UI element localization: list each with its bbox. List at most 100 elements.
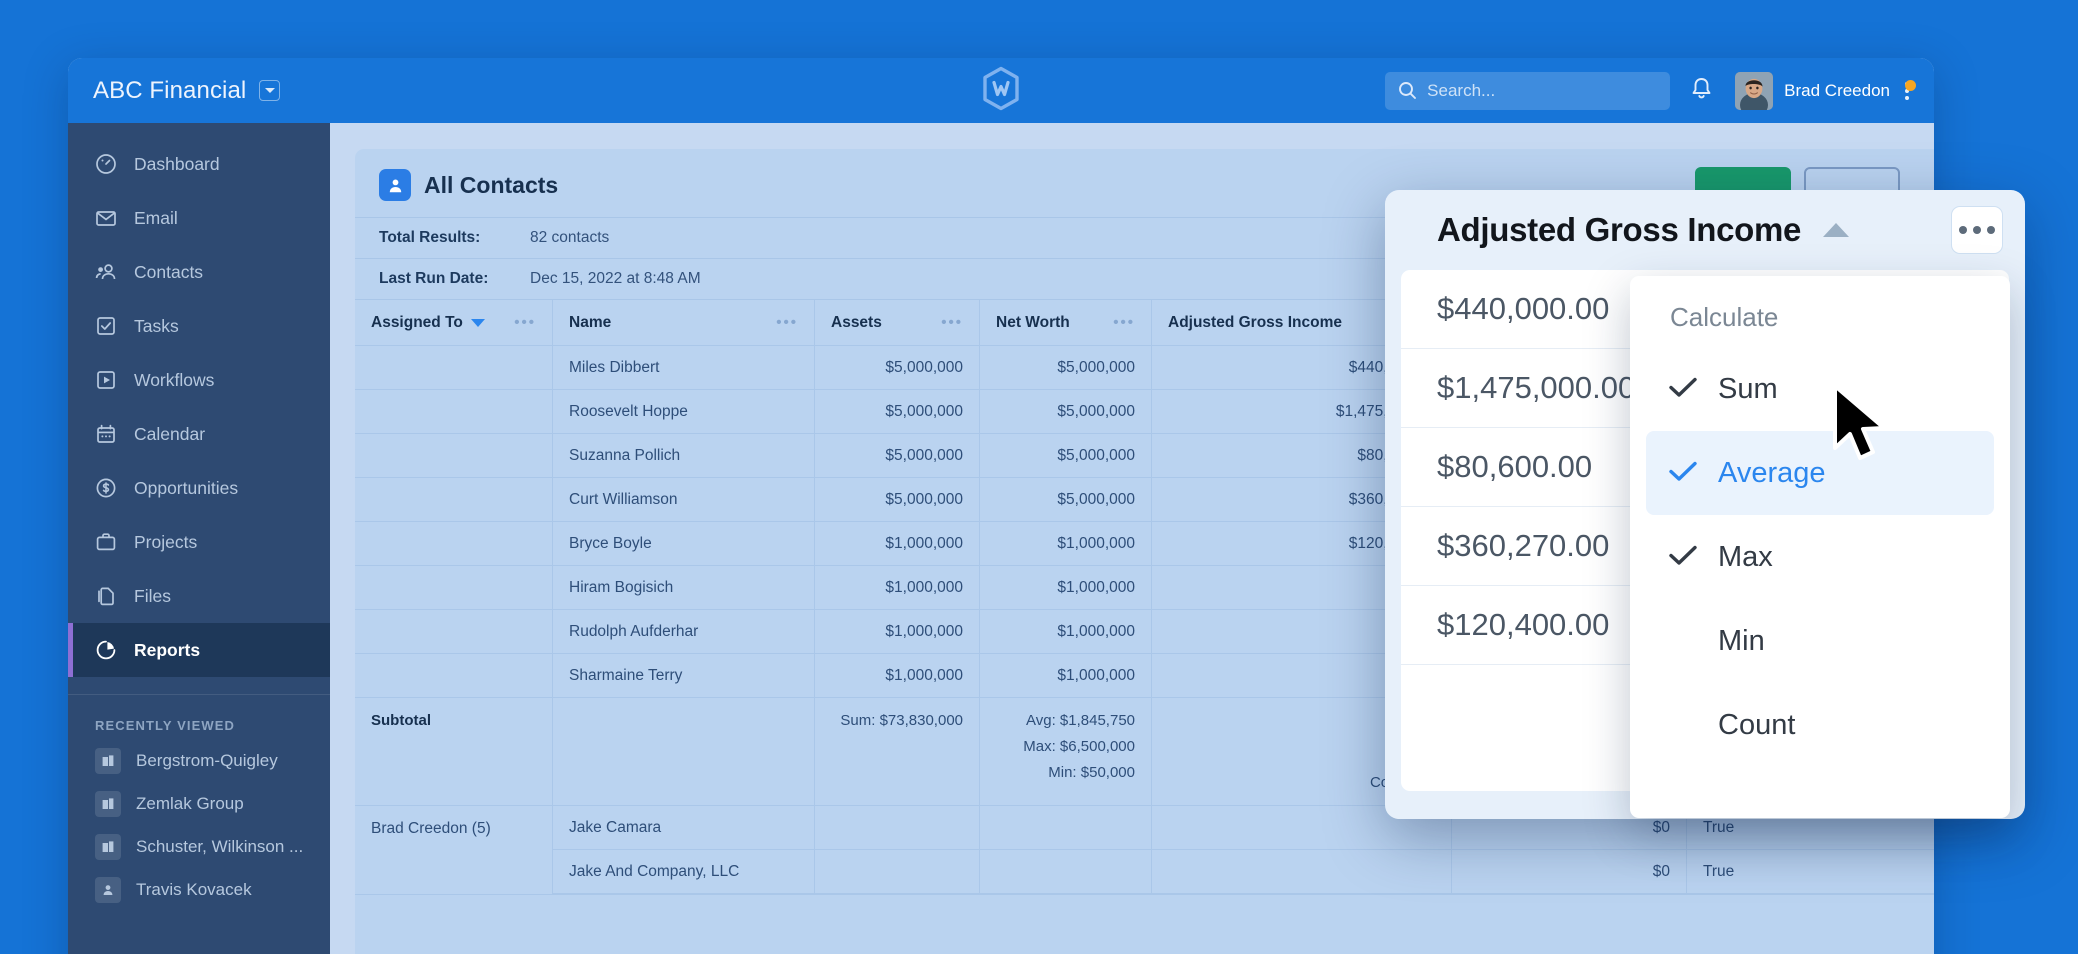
group-label: Brad Creedon (5)	[355, 806, 553, 894]
ellipsis-icon[interactable]: •••	[1113, 315, 1135, 330]
cell-name: Curt Williamson	[553, 478, 815, 521]
column-label: Assets	[831, 314, 882, 332]
cell-name: Roosevelt Hoppe	[553, 390, 815, 433]
calculate-dropdown-menu: Calculate Sum Average Max Min Count	[1630, 276, 2010, 818]
hexagon-w-logo	[978, 65, 1024, 116]
cell-net-worth: $5,000,000	[980, 346, 1152, 389]
chevron-down-icon[interactable]	[259, 80, 280, 101]
brand-selector[interactable]: ABC Financial	[93, 77, 280, 105]
cell-net-worth: $1,000,000	[980, 566, 1152, 609]
subtotal-net-worth: Avg: $1,845,750 Max: $6,500,000 Min: $50…	[980, 698, 1152, 805]
cell-agi	[1152, 850, 1452, 893]
ellipsis-icon[interactable]: •••	[776, 315, 798, 330]
cell-assets: $1,000,000	[815, 610, 980, 653]
search-input[interactable]: Search...	[1385, 72, 1670, 110]
sidebar-item-opportunities[interactable]: Opportunities	[68, 461, 330, 515]
cell-assets: $1,000,000	[815, 522, 980, 565]
envelope-icon	[95, 207, 117, 229]
contact-card-icon	[379, 169, 411, 201]
sidebar-item-dashboard[interactable]: Dashboard	[68, 137, 330, 191]
column-header-assets[interactable]: Assets •••	[815, 300, 980, 345]
cell-net-worth: $5,000,000	[980, 434, 1152, 477]
triangle-up-icon[interactable]	[1823, 223, 1849, 237]
avatar	[1735, 72, 1773, 110]
recent-item-bergstrom-quigley[interactable]: Bergstrom-Quigley	[68, 739, 330, 782]
search-icon	[1398, 81, 1417, 100]
sidebar-item-label: Opportunities	[134, 478, 238, 499]
cell-assets: $1,000,000	[815, 654, 980, 697]
checkbox-icon	[95, 315, 117, 337]
subtotal-net-avg: Avg: $1,845,750	[1026, 712, 1135, 729]
dollar-circle-icon	[95, 477, 117, 499]
sidebar-item-label: Files	[134, 586, 171, 607]
recently-viewed-label: RECENTLY VIEWED	[68, 695, 330, 739]
gauge-icon	[95, 153, 117, 175]
building-icon	[95, 748, 121, 774]
sidebar-item-calendar[interactable]: Calendar	[68, 407, 330, 461]
table-row[interactable]: Jake And Company, LLC $0 True	[553, 850, 1934, 894]
notification-bell-icon[interactable]	[1684, 76, 1719, 106]
menu-item-max[interactable]: Max	[1646, 515, 1994, 599]
cell-assigned-to	[355, 522, 553, 565]
cell-assigned-to	[355, 346, 553, 389]
screen-backdrop: ABC Financial Search...	[0, 0, 2078, 954]
menu-item-min[interactable]: Min	[1646, 599, 1994, 683]
sidebar-item-label: Dashboard	[134, 154, 220, 175]
cell-assigned-to	[355, 654, 553, 697]
subtotal-assets-sum: Sum: $73,830,000	[840, 712, 963, 729]
recent-item-label: Schuster, Wilkinson ...	[136, 837, 303, 857]
panel-header: Adjusted Gross Income	[1385, 190, 2025, 270]
menu-item-sum[interactable]: Sum	[1646, 347, 1994, 431]
column-header-net-worth[interactable]: Net Worth •••	[980, 300, 1152, 345]
cell-assigned-to	[355, 434, 553, 477]
recent-item-zemlak-group[interactable]: Zemlak Group	[68, 782, 330, 825]
ellipsis-icon[interactable]: •••	[514, 315, 536, 330]
user-menu[interactable]: Brad Creedon	[1735, 72, 1916, 110]
sidebar-item-label: Workflows	[134, 370, 214, 391]
pie-chart-icon	[95, 639, 117, 661]
column-header-assigned-to[interactable]: Assigned To •••	[355, 300, 553, 345]
menu-item-average[interactable]: Average	[1646, 431, 1994, 515]
column-header-name[interactable]: Name •••	[553, 300, 815, 345]
sidebar-item-workflows[interactable]: Workflows	[68, 353, 330, 407]
brand-name: ABC Financial	[93, 77, 246, 105]
cell-tax-rate: $0	[1452, 850, 1687, 893]
recent-item-label: Bergstrom-Quigley	[136, 751, 278, 771]
meta-label: Last Run Date:	[355, 270, 530, 288]
cell-net-worth: $1,000,000	[980, 522, 1152, 565]
cell-net-worth: $1,000,000	[980, 654, 1152, 697]
cell-net-worth: $5,000,000	[980, 478, 1152, 521]
sort-descending-icon	[471, 319, 485, 327]
column-label: Adjusted Gross Income	[1168, 314, 1342, 332]
subtotal-name-spacer	[553, 698, 815, 805]
cell-name: Sharmaine Terry	[553, 654, 815, 697]
sidebar-item-files[interactable]: Files	[68, 569, 330, 623]
building-icon	[95, 834, 121, 860]
cell-assets: $5,000,000	[815, 434, 980, 477]
sidebar-item-label: Email	[134, 208, 178, 229]
dropdown-section-label: Calculate	[1630, 302, 2010, 347]
cell-net-worth	[980, 850, 1152, 893]
cell-assets: $5,000,000	[815, 390, 980, 433]
checkmark-icon	[1668, 373, 1698, 406]
panel-title: Adjusted Gross Income	[1437, 211, 1801, 249]
cell-name: Jake Camara	[553, 806, 815, 849]
sidebar-item-reports[interactable]: Reports	[68, 623, 330, 677]
subtotal-net-max: Max: $6,500,000	[1023, 738, 1135, 755]
column-label: Assigned To	[371, 314, 463, 332]
sidebar-item-contacts[interactable]: Contacts	[68, 245, 330, 299]
panel-more-button[interactable]	[1951, 206, 2003, 254]
menu-item-count[interactable]: Count	[1646, 683, 1994, 767]
recent-item-label: Travis Kovacek	[136, 880, 252, 900]
ellipsis-icon[interactable]: •••	[941, 315, 963, 330]
sidebar-item-tasks[interactable]: Tasks	[68, 299, 330, 353]
search-placeholder: Search...	[1427, 81, 1495, 101]
recent-item-schuster-wilkinson[interactable]: Schuster, Wilkinson ...	[68, 825, 330, 868]
sidebar-item-projects[interactable]: Projects	[68, 515, 330, 569]
meta-label: Total Results:	[355, 229, 530, 247]
sidebar-item-label: Tasks	[134, 316, 179, 337]
column-label: Name	[569, 314, 611, 332]
sidebar-item-email[interactable]: Email	[68, 191, 330, 245]
cell-assigned-to	[355, 566, 553, 609]
recent-item-travis-kovacek[interactable]: Travis Kovacek	[68, 868, 330, 911]
